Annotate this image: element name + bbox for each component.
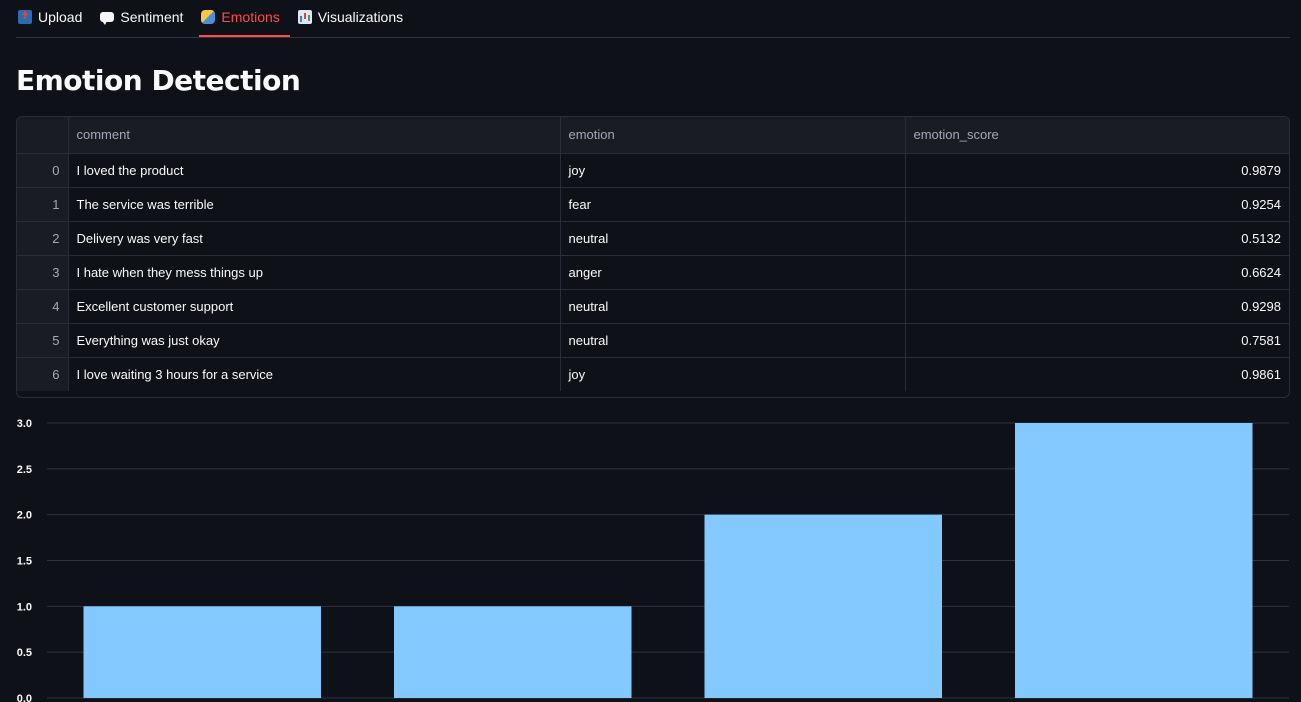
tab-emotions[interactable]: Emotions <box>199 0 291 37</box>
cell-emotion-score[interactable]: 0.7581 <box>905 323 1289 358</box>
cell-comment[interactable]: I loved the product <box>68 153 561 188</box>
cell-comment[interactable]: The service was terrible <box>68 187 561 222</box>
row-index: 2 <box>17 221 69 256</box>
column-header-comment[interactable]: comment <box>68 117 561 154</box>
cell-emotion[interactable]: neutral <box>560 221 906 256</box>
speech-bubble-icon <box>100 12 115 25</box>
table-row[interactable]: 1 The service was terrible fear 0.9254 <box>17 187 1289 222</box>
y-tick-label: 1.0 <box>17 601 32 613</box>
bar-chart-icon <box>297 10 312 24</box>
table-row[interactable]: 5 Everything was just okay neutral 0.758… <box>17 323 1289 358</box>
index-header <box>17 117 69 154</box>
cell-emotion[interactable]: anger <box>560 255 906 290</box>
emotion-count-bar-chart[interactable]: 0.0 0.5 1.0 1.5 2.0 2.5 3.0 <box>0 408 1301 702</box>
table-row[interactable]: 0 I loved the product joy 0.9879 <box>17 153 1289 188</box>
tab-emotions-label: Emotions <box>221 9 280 25</box>
table-row[interactable]: 6 I love waiting 3 hours for a service j… <box>17 357 1289 391</box>
tab-upload-label: Upload <box>38 9 83 25</box>
cell-comment[interactable]: I love waiting 3 hours for a service <box>68 357 561 391</box>
cell-emotion-score[interactable]: 0.9861 <box>905 357 1289 391</box>
emotion-table[interactable]: comment emotion emotion_score 0 I loved … <box>16 116 1290 398</box>
chart-bar[interactable] <box>394 606 632 698</box>
theater-masks-icon <box>201 10 216 24</box>
tab-sentiment[interactable]: Sentiment <box>98 0 193 34</box>
y-tick-label: 0.0 <box>17 693 32 702</box>
cell-comment[interactable]: I hate when they mess things up <box>68 255 561 290</box>
table-row[interactable]: 3 I hate when they mess things up anger … <box>17 255 1289 290</box>
table-header-row: comment emotion emotion_score <box>17 117 1289 154</box>
y-tick-label: 2.5 <box>17 464 32 476</box>
column-header-emotion[interactable]: emotion <box>560 117 906 154</box>
chart-bar[interactable] <box>704 514 943 698</box>
y-tick-label: 0.5 <box>17 647 32 659</box>
table-row[interactable]: 2 Delivery was very fast neutral 0.5132 <box>17 221 1289 256</box>
cell-emotion[interactable]: joy <box>560 357 906 391</box>
cell-emotion-score[interactable]: 0.5132 <box>905 221 1289 256</box>
tab-visualizations[interactable]: Visualizations <box>296 0 413 34</box>
row-index: 5 <box>17 323 69 358</box>
row-index: 4 <box>17 289 69 324</box>
upload-icon <box>18 10 32 24</box>
cell-emotion[interactable]: fear <box>560 187 906 222</box>
cell-comment[interactable]: Excellent customer support <box>68 289 561 324</box>
y-tick-label: 2.0 <box>17 510 32 522</box>
tab-sentiment-label: Sentiment <box>120 9 184 25</box>
row-index: 6 <box>17 357 69 391</box>
y-tick-label: 3.0 <box>17 418 32 430</box>
column-header-emotion-score[interactable]: emotion_score <box>905 117 1289 154</box>
cell-emotion[interactable]: neutral <box>560 289 906 324</box>
tab-bar: Upload Sentiment Emotions Visualizations <box>16 0 1290 38</box>
row-index: 3 <box>17 255 69 290</box>
cell-emotion[interactable]: neutral <box>560 323 906 358</box>
cell-emotion[interactable]: joy <box>560 153 906 188</box>
page-title: Emotion Detection <box>16 64 301 97</box>
chart-bar[interactable] <box>1015 423 1253 698</box>
cell-emotion-score[interactable]: 0.9254 <box>905 187 1289 222</box>
cell-comment[interactable]: Delivery was very fast <box>68 221 561 256</box>
chart-bar[interactable] <box>83 606 322 698</box>
table-row[interactable]: 4 Excellent customer support neutral 0.9… <box>17 289 1289 324</box>
tab-upload[interactable]: Upload <box>16 0 92 34</box>
cell-emotion-score[interactable]: 0.6624 <box>905 255 1289 290</box>
cell-emotion-score[interactable]: 0.9298 <box>905 289 1289 324</box>
row-index: 0 <box>17 153 69 188</box>
y-tick-label: 1.5 <box>17 556 32 568</box>
cell-emotion-score[interactable]: 0.9879 <box>905 153 1289 188</box>
cell-comment[interactable]: Everything was just okay <box>68 323 561 358</box>
tab-visualizations-label: Visualizations <box>317 9 404 25</box>
row-index: 1 <box>17 187 69 222</box>
